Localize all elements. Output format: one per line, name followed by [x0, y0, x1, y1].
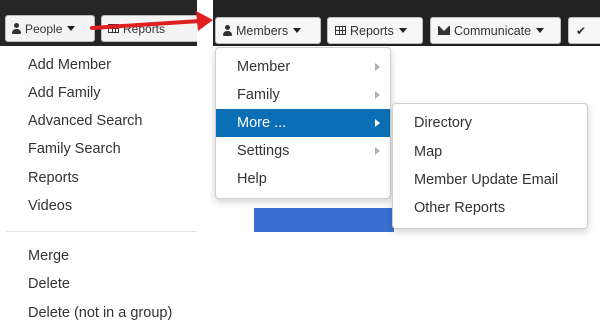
annotation-arrow — [90, 11, 213, 31]
annotation-arrow-line — [90, 19, 202, 30]
annotation-arrow-head — [196, 11, 213, 31]
